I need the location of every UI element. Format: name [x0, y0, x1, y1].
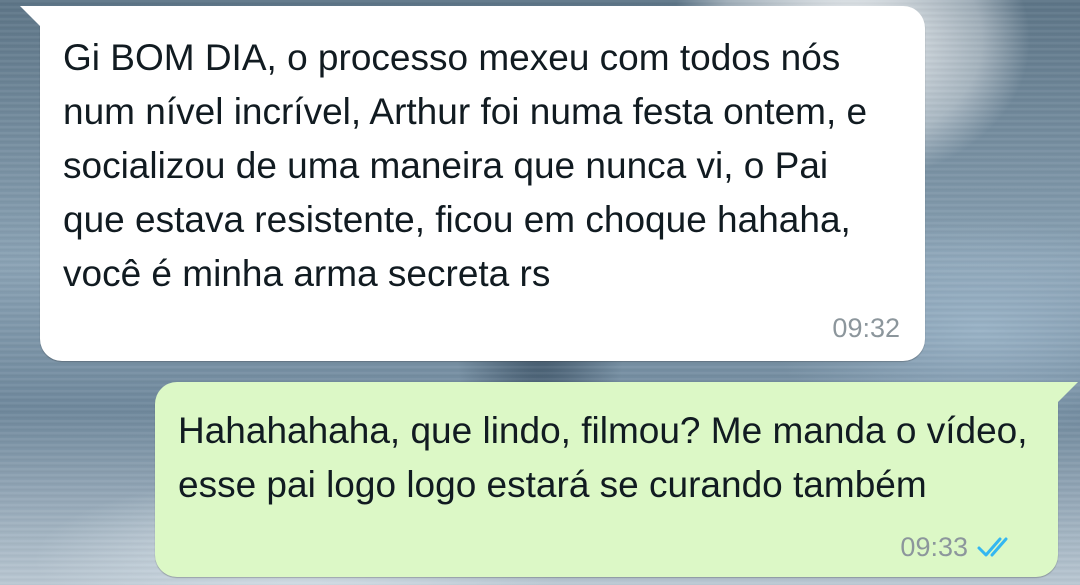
- double-check-read-icon: [977, 537, 1008, 557]
- message-text: Gi BOM DIA, o processo mexeu com todos n…: [63, 37, 868, 294]
- message-meta: 09:32: [832, 313, 900, 343]
- message-timestamp: 09:33: [900, 532, 968, 562]
- message-timestamp: 09:32: [832, 313, 900, 343]
- outgoing-message-bubble[interactable]: Hahahahaha, que lindo, filmou? Me manda …: [155, 382, 1078, 577]
- message-meta: 09:33: [900, 532, 1020, 562]
- message-text: Hahahahaha, que lindo, filmou? Me manda …: [178, 410, 1028, 505]
- incoming-message-bubble[interactable]: Gi BOM DIA, o processo mexeu com todos n…: [20, 6, 925, 361]
